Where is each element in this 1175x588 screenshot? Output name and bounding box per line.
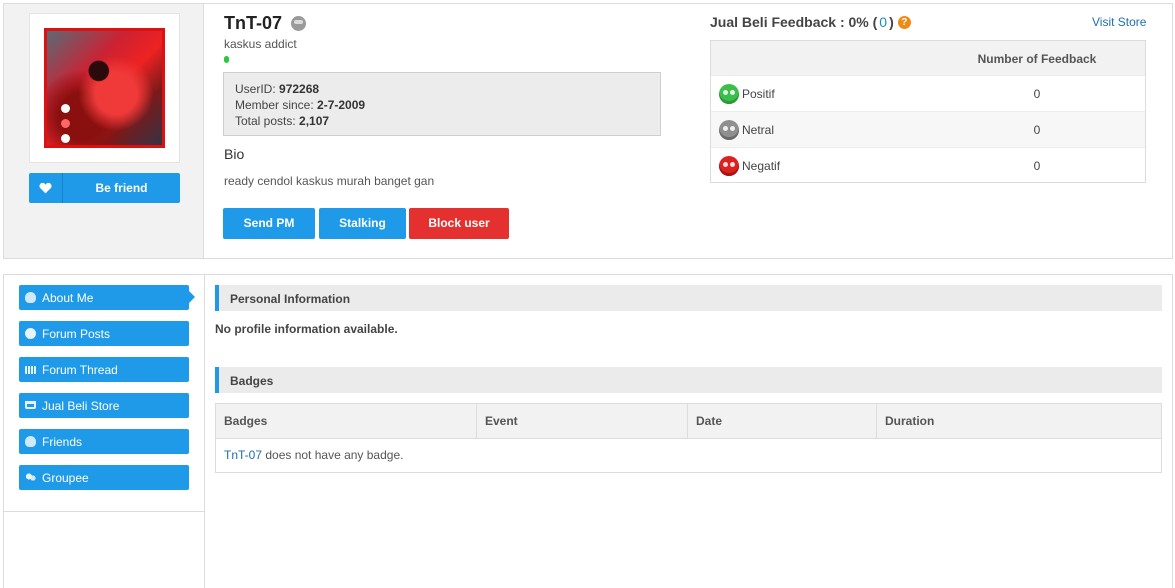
sidebar: About Me Forum Posts Forum Thread Jual B… bbox=[4, 275, 205, 588]
avatar-decoration bbox=[61, 104, 71, 145]
bio-text: ready cendol kaskus murah banget gan bbox=[224, 174, 435, 188]
avatar-column: Be friend bbox=[4, 4, 204, 258]
feedback-table-header: Number of Feedback bbox=[711, 41, 1145, 75]
avatar[interactable] bbox=[44, 28, 165, 148]
feedback-value: 0 bbox=[1033, 159, 1041, 173]
sidebar-item-friends[interactable]: Friends bbox=[19, 429, 189, 454]
feedback-label: Negatif bbox=[742, 159, 781, 173]
people-icon bbox=[25, 472, 36, 483]
feedback-value: 0 bbox=[1033, 87, 1041, 101]
cart-icon bbox=[25, 401, 36, 409]
feedback-row-positive: Positif 0 bbox=[711, 75, 1145, 111]
username-link[interactable]: TnT-07 bbox=[224, 448, 262, 462]
sidebar-item-jual-beli-store[interactable]: Jual Beli Store bbox=[19, 393, 189, 418]
person-icon bbox=[25, 436, 36, 447]
neutral-smiley-icon bbox=[719, 120, 739, 140]
badges-empty-row: TnT-07 does not have any badge. bbox=[216, 439, 1161, 472]
be-friend-button[interactable]: Be friend bbox=[29, 173, 180, 203]
person-icon bbox=[25, 292, 36, 303]
feedback-title: Jual Beli Feedback : 0% (0) ? bbox=[710, 14, 911, 30]
be-friend-label: Be friend bbox=[95, 181, 148, 195]
online-indicator-icon bbox=[224, 56, 229, 63]
sidebar-item-label: About Me bbox=[42, 291, 94, 305]
username: TnT-07 bbox=[224, 12, 283, 33]
visit-store-link[interactable]: Visit Store bbox=[1092, 15, 1146, 29]
avatar-container bbox=[29, 13, 180, 163]
chat-bubble-icon bbox=[25, 328, 36, 339]
film-icon bbox=[25, 366, 36, 374]
sidebar-item-about-me[interactable]: About Me bbox=[19, 285, 195, 310]
feedback-row-neutral: Netral 0 bbox=[711, 111, 1145, 147]
offline-status-icon bbox=[291, 15, 307, 31]
sidebar-item-label: Friends bbox=[42, 435, 83, 449]
sidebar-item-forum-posts[interactable]: Forum Posts bbox=[19, 321, 189, 346]
personal-info-heading: Personal Information bbox=[215, 285, 1162, 311]
feedback-value: 0 bbox=[1033, 123, 1041, 137]
member-since-value: 2-7-2009 bbox=[317, 98, 366, 112]
user-id-line: UserID: 972268 bbox=[235, 82, 320, 96]
block-user-button[interactable]: Block user bbox=[409, 208, 509, 239]
column-header-duration: Duration bbox=[885, 414, 935, 428]
bio-heading: Bio bbox=[224, 146, 245, 162]
feedback-column-header: Number of Feedback bbox=[977, 52, 1097, 66]
user-id-value: 972268 bbox=[279, 82, 320, 96]
feedback-count: 0 bbox=[879, 14, 888, 30]
member-since-line: Member since: 2-7-2009 bbox=[235, 98, 366, 112]
feedback-label: Positif bbox=[742, 87, 775, 101]
feedback-label: Netral bbox=[742, 123, 775, 137]
sidebar-divider bbox=[4, 511, 205, 512]
stalking-button[interactable]: Stalking bbox=[319, 208, 406, 239]
total-posts-line: Total posts: 2,107 bbox=[235, 114, 330, 128]
send-pm-button[interactable]: Send PM bbox=[223, 208, 315, 239]
column-header-event: Event bbox=[477, 404, 688, 438]
positive-smiley-icon bbox=[719, 84, 739, 104]
help-icon[interactable]: ? bbox=[897, 15, 911, 29]
sidebar-item-label: Forum Posts bbox=[42, 327, 111, 341]
column-header-date: Date bbox=[688, 404, 877, 438]
badges-table-header: Badges Event Date Duration bbox=[216, 404, 1161, 439]
no-badge-text: does not have any badge. bbox=[262, 448, 404, 462]
profile-card: Be friend TnT-07 kaskus addict UserID: 9… bbox=[3, 3, 1173, 259]
negative-smiley-icon bbox=[719, 156, 739, 176]
user-title: kaskus addict bbox=[224, 37, 297, 51]
profile-content: About Me Forum Posts Forum Thread Jual B… bbox=[3, 274, 1173, 588]
sidebar-item-forum-thread[interactable]: Forum Thread bbox=[19, 357, 189, 382]
badges-heading: Badges bbox=[215, 367, 1162, 393]
heart-icon bbox=[29, 173, 63, 203]
sidebar-item-label: Forum Thread bbox=[42, 363, 118, 377]
username-row: TnT-07 bbox=[224, 12, 307, 34]
no-profile-info-text: No profile information available. bbox=[215, 322, 398, 336]
sidebar-item-groupee[interactable]: Groupee bbox=[19, 465, 189, 490]
feedback-row-negative: Negatif 0 bbox=[711, 147, 1145, 183]
feedback-table: Number of Feedback Positif 0 Netral 0 Ne… bbox=[710, 40, 1146, 183]
user-info-box: UserID: 972268 Member since: 2-7-2009 To… bbox=[223, 72, 661, 136]
sidebar-item-label: Jual Beli Store bbox=[42, 399, 120, 413]
total-posts-value: 2,107 bbox=[299, 114, 330, 128]
badges-table: Badges Event Date Duration TnT-07 does n… bbox=[215, 403, 1162, 473]
column-header-badges: Badges bbox=[216, 404, 477, 438]
sidebar-item-label: Groupee bbox=[42, 471, 89, 485]
